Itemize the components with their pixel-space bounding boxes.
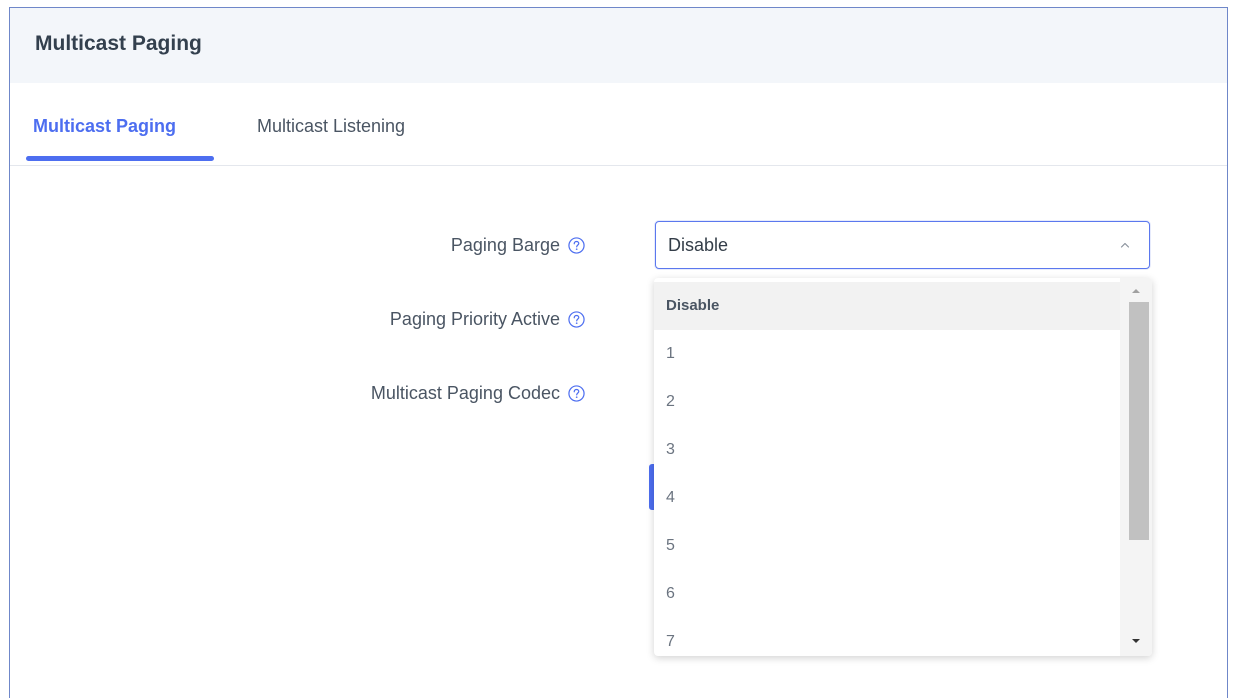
question-circle-icon[interactable] — [568, 311, 585, 328]
option-disable[interactable]: Disable — [654, 282, 1120, 330]
paging-barge-dropdown: Disable 1 2 3 4 5 6 7 — [654, 278, 1152, 656]
dropdown-scrollbar[interactable] — [1120, 278, 1152, 656]
option-1[interactable]: 1 — [654, 330, 1120, 378]
chevron-up-icon — [1120, 242, 1130, 248]
option-5[interactable]: 5 — [654, 522, 1120, 570]
paging-barge-select[interactable]: Disable — [655, 221, 1150, 269]
tab-multicast-listening[interactable]: Multicast Listening — [257, 116, 405, 137]
paging-priority-active-label: Paging Priority Active — [389, 309, 560, 329]
page-title: Multicast Paging — [35, 32, 202, 55]
paging-barge-row: Paging Barge — [451, 235, 585, 256]
active-tab-indicator — [26, 156, 214, 161]
paging-barge-value: Disable — [668, 235, 729, 255]
multicast-paging-codec-row: Multicast Paging Codec — [371, 383, 585, 404]
tab-multicast-paging[interactable]: Multicast Paging — [33, 116, 176, 137]
option-4[interactable]: 4 — [654, 474, 1120, 522]
question-circle-icon[interactable] — [568, 237, 585, 254]
paging-priority-active-row: Paging Priority Active — [390, 309, 585, 330]
settings-panel: Multicast Paging Multicast Paging Multic… — [9, 7, 1228, 698]
triangle-down-icon[interactable] — [1130, 636, 1142, 646]
triangle-up-icon[interactable] — [1130, 286, 1142, 296]
panel-header: Multicast Paging — [10, 8, 1227, 83]
option-2[interactable]: 2 — [654, 378, 1120, 426]
scrollbar-thumb[interactable] — [1129, 302, 1149, 540]
multicast-paging-codec-label: Multicast Paging Codec — [370, 383, 560, 403]
paging-barge-label: Paging Barge — [450, 235, 560, 255]
option-6[interactable]: 6 — [654, 570, 1120, 618]
question-circle-icon[interactable] — [568, 385, 585, 402]
option-3[interactable]: 3 — [654, 426, 1120, 474]
option-7[interactable]: 7 — [654, 618, 1120, 656]
tab-bar: Multicast Paging Multicast Listening — [10, 83, 1227, 166]
